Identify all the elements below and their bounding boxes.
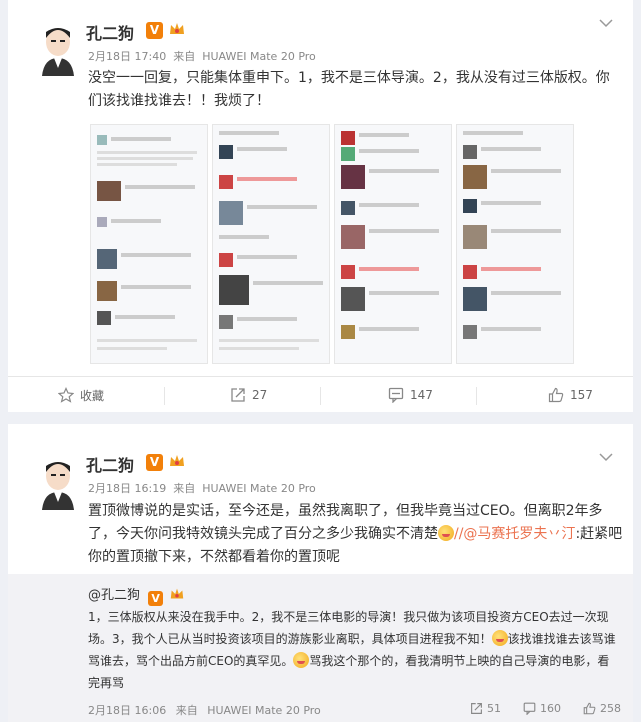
- favorite-label: 收藏: [80, 388, 105, 403]
- verified-badge: V: [148, 591, 164, 606]
- verified-badge: V: [146, 22, 163, 39]
- star-icon: [58, 387, 74, 403]
- repost-source[interactable]: HUAWEI Mate 20 Pro: [207, 704, 321, 717]
- post-image[interactable]: [212, 124, 330, 364]
- verified-badge: V: [146, 454, 163, 471]
- post-source[interactable]: HUAWEI Mate 20 Pro: [202, 50, 316, 63]
- like-count: 157: [570, 388, 593, 402]
- like-icon: [583, 702, 596, 715]
- post-meta: 2月18日 17:40 来自 HUAWEI Mate 20 Pro: [88, 48, 323, 64]
- post-image[interactable]: [90, 124, 208, 364]
- repost-icon: [471, 703, 482, 714]
- repost-button[interactable]: 27: [230, 377, 267, 413]
- post-text: 没空一一回复，只能集体重申下。1，我不是三体导演。2，我从没有过三体版权。你们该…: [88, 70, 610, 109]
- weibo-post-card: 孔二狗 V 2月18日 17:40 来自 HUAWEI Mate 20 Pro 没空…: [8, 0, 633, 412]
- like-icon: [548, 387, 564, 403]
- repost-author-name[interactable]: @孔二狗: [88, 588, 140, 603]
- comment-count: 147: [410, 388, 433, 402]
- repost-comment-button[interactable]: 160: [523, 702, 561, 715]
- repost-icon: [231, 388, 245, 402]
- comment-icon: [523, 702, 536, 715]
- chevron-down-icon[interactable]: [599, 452, 613, 462]
- action-bar: 收藏 27 147 157: [8, 377, 633, 413]
- source-prefix: 来自: [173, 482, 196, 495]
- user-avatar[interactable]: [36, 454, 80, 510]
- repost-count: 27: [252, 388, 268, 402]
- divider: [476, 387, 477, 405]
- smile-emoji: [438, 525, 454, 541]
- favorite-button[interactable]: 收藏: [58, 377, 104, 413]
- post-time[interactable]: 2月18日 16:19: [88, 482, 166, 495]
- source-prefix: 来自: [173, 50, 196, 63]
- crown-icon: [170, 455, 184, 466]
- divider: [320, 387, 321, 405]
- repost-count: 51: [487, 702, 501, 715]
- repost-footer: 2月18日 16:06 来自 HUAWEI Mate 20 Pro 51 160…: [88, 702, 633, 718]
- username[interactable]: 孔二狗: [86, 452, 134, 476]
- weibo-post-card: 孔二狗 V 2月18日 16:19 来自 HUAWEI Mate 20 Pro 置顶…: [8, 424, 633, 722]
- like-count: 258: [600, 702, 621, 715]
- repost-repost-button[interactable]: 51: [470, 702, 501, 715]
- post-text: 置顶微博说的是实话，至今还是，虽然我离职了，但我毕竟当过CEO。但离职2年多了，…: [88, 500, 623, 569]
- post-meta: 2月18日 16:19 来自 HUAWEI Mate 20 Pro: [88, 480, 323, 496]
- chevron-down-icon[interactable]: [599, 18, 613, 28]
- username[interactable]: 孔二狗: [86, 20, 134, 44]
- user-avatar[interactable]: [36, 20, 80, 76]
- divider: [164, 387, 165, 405]
- post-source[interactable]: HUAWEI Mate 20 Pro: [202, 482, 316, 495]
- source-prefix: 来自: [175, 704, 198, 717]
- like-button[interactable]: 157: [548, 377, 593, 413]
- repost-block[interactable]: @孔二狗 V 1，三体版权从来没在我手中。2，我不是三体电影的导演！我只做为该项…: [8, 574, 633, 722]
- repost-author[interactable]: @孔二狗 V: [88, 584, 185, 606]
- post-image[interactable]: [456, 124, 574, 364]
- repost-like-button[interactable]: 258: [583, 702, 621, 715]
- mention-link[interactable]: //@马赛托罗夫丷汀: [454, 526, 575, 542]
- post-image[interactable]: [334, 124, 452, 364]
- post-time[interactable]: 2月18日 17:40: [88, 50, 166, 63]
- comment-button[interactable]: 147: [388, 377, 433, 413]
- smile-emoji: [491, 630, 508, 646]
- comment-icon: [388, 387, 404, 403]
- repost-time[interactable]: 2月18日 16:06: [88, 704, 166, 717]
- crown-icon: [171, 588, 184, 599]
- smile-emoji: [293, 652, 310, 668]
- repost-text: 1，三体版权从来没在我手中。2，我不是三体电影的导演！我只做为该项目投资方CEO…: [88, 606, 618, 694]
- crown-icon: [170, 23, 184, 34]
- comment-count: 160: [540, 702, 561, 715]
